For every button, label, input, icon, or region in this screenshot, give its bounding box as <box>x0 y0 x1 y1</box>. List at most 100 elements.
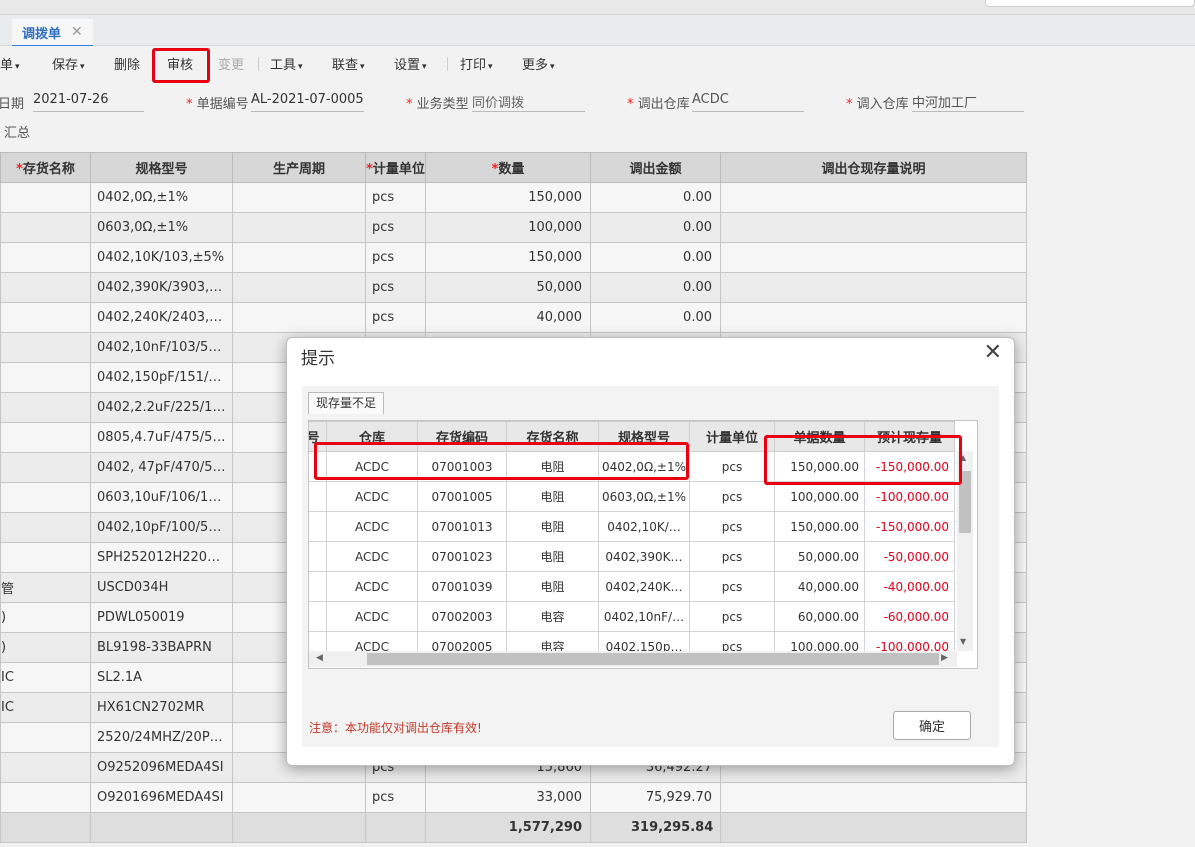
cell-name[interactable] <box>0 182 91 213</box>
table-row[interactable]: 0402,240K/2403,±1% pcs 40,000 0.00 <box>0 302 1027 333</box>
cell-qty[interactable]: 33,000 <box>425 782 591 813</box>
toolbar-tools-button[interactable]: 工具 ▾ <box>270 54 303 73</box>
cell-amount[interactable]: 0.00 <box>590 242 721 273</box>
biz-type-field[interactable]: 同价调拨 <box>472 92 585 112</box>
table-row[interactable]: O9201696MEDA4SI pcs 33,000 75,929.70 <box>0 782 1027 813</box>
cell-name[interactable] <box>0 722 91 753</box>
tab-transfer-order[interactable]: 调拨单 ✕ <box>12 19 93 47</box>
cell-spec[interactable]: 0402, 47pF/470/50… <box>90 452 233 483</box>
cell-spec[interactable]: BL9198-33BAPRN <box>90 632 233 663</box>
cell-name[interactable]: 电容 <box>506 601 599 632</box>
cell-name[interactable] <box>0 302 91 333</box>
shortage-row[interactable]: ACDC 07001023 电阻 0402,390K… pcs 50,000.00 -50,… <box>309 541 955 572</box>
cell-qty[interactable]: 150,000 <box>425 242 591 273</box>
col-header-unit[interactable]: *计量单位 <box>365 152 426 183</box>
cell-qty[interactable]: 50,000 <box>425 272 591 303</box>
scroll-right-icon[interactable]: ▶ <box>941 653 948 663</box>
cell-period[interactable] <box>232 212 366 243</box>
cell-name[interactable] <box>0 542 91 573</box>
cell-unit[interactable]: pcs <box>689 541 775 572</box>
table-row[interactable]: 0402,0Ω,±1% pcs 150,000 0.00 <box>0 182 1027 213</box>
cell-warehouse[interactable]: ACDC <box>326 601 418 632</box>
cell-spec[interactable]: O9252096MEDA4SI <box>90 752 233 783</box>
cell-name[interactable] <box>0 362 91 393</box>
cell-amount[interactable]: 0.00 <box>590 272 721 303</box>
cell-name[interactable] <box>0 482 91 513</box>
table-row[interactable]: 0402,10K/103,±5% pcs 150,000 0.00 <box>0 242 1027 273</box>
table-row[interactable]: 0603,0Ω,±1% pcs 100,000 0.00 <box>0 212 1027 243</box>
cell-seq[interactable] <box>309 571 327 602</box>
cell-doc-qty[interactable]: 100,000.00 <box>774 481 865 512</box>
toolbar-delete-button[interactable]: 删除 <box>114 54 140 73</box>
toolbar-print-button[interactable]: 打印 ▾ <box>460 54 493 73</box>
cell-doc-qty[interactable]: 150,000.00 <box>774 511 865 542</box>
cell-unit[interactable]: pcs <box>689 481 775 512</box>
tab-close-icon[interactable]: ✕ <box>71 24 83 40</box>
cell-est-stock[interactable]: -40,000.00 <box>864 571 955 602</box>
cell-stock-desc[interactable] <box>720 302 1027 333</box>
cell-code[interactable]: 07001005 <box>417 481 507 512</box>
cell-name[interactable]: IC <box>0 662 91 693</box>
cell-seq[interactable] <box>309 601 327 632</box>
cell-period[interactable] <box>232 182 366 213</box>
cell-spec[interactable]: HX61CN2702MR <box>90 692 233 723</box>
cell-unit[interactable]: pcs <box>365 782 426 813</box>
cell-unit[interactable]: pcs <box>365 242 426 273</box>
toolbar-change-button[interactable]: 变更 <box>218 54 244 73</box>
cell-period[interactable] <box>232 242 366 273</box>
cell-spec[interactable]: PDWL050019 <box>90 602 233 633</box>
cell-stock-desc[interactable] <box>720 272 1027 303</box>
cell-spec[interactable]: 0402,0Ω,±1% <box>90 182 233 213</box>
cell-warehouse[interactable]: ACDC <box>326 571 418 602</box>
toolbar-link-query-button[interactable]: 联查 ▾ <box>332 54 365 73</box>
cell-spec[interactable]: 0402,10pF/100/50V… <box>90 512 233 543</box>
cell-spec[interactable]: 0402,150pF/151/50… <box>90 362 233 393</box>
cell-unit[interactable]: pcs <box>365 272 426 303</box>
table-row[interactable]: 0402,390K/3903,±1% pcs 50,000 0.00 <box>0 272 1027 303</box>
cell-spec[interactable]: 0402,10K/103,±5% <box>90 242 233 273</box>
toolbar-new-button[interactable]: 单 ▾ <box>0 54 20 73</box>
cell-seq[interactable] <box>309 541 327 572</box>
cell-amount[interactable]: 0.00 <box>590 302 721 333</box>
shortage-row[interactable]: ACDC 07001013 电阻 0402,10K/… pcs 150,000.00 -15… <box>309 511 955 542</box>
cell-code[interactable]: 07001013 <box>417 511 507 542</box>
out-warehouse-field[interactable]: ACDC <box>692 92 804 112</box>
cell-unit[interactable]: pcs <box>365 182 426 213</box>
cell-name[interactable] <box>0 512 91 543</box>
cell-spec[interactable]: 0603,0Ω,±1% <box>598 481 690 512</box>
cell-code[interactable]: 07002003 <box>417 601 507 632</box>
cell-seq[interactable] <box>309 511 327 542</box>
cell-name[interactable]: ) <box>0 602 91 633</box>
cell-name[interactable] <box>0 392 91 423</box>
cell-spec[interactable]: 2520/24MHZ/20PP… <box>90 722 233 753</box>
shortage-row[interactable]: ACDC 07002003 电容 0402,10nF/… pcs 60,000.00 -60… <box>309 601 955 632</box>
cell-name[interactable] <box>0 242 91 273</box>
cell-qty[interactable]: 150,000 <box>425 182 591 213</box>
cell-seq[interactable] <box>309 481 327 512</box>
top-search-box[interactable] <box>985 0 1195 7</box>
cell-spec[interactable]: 0402,390K… <box>598 541 690 572</box>
cell-name[interactable] <box>0 212 91 243</box>
cell-period[interactable] <box>232 302 366 333</box>
cell-warehouse[interactable]: ACDC <box>326 511 418 542</box>
cell-est-stock[interactable]: -150,000.00 <box>864 511 955 542</box>
cell-unit[interactable]: pcs <box>689 571 775 602</box>
cell-spec[interactable]: SPH252012H220MT <box>90 542 233 573</box>
cell-amount[interactable]: 75,929.70 <box>590 782 721 813</box>
cell-name[interactable]: 电阻 <box>506 481 599 512</box>
toolbar-save-button[interactable]: 保存 ▾ <box>52 54 85 73</box>
scroll-left-icon[interactable]: ◀ <box>316 653 323 663</box>
col-header-period[interactable]: 生产周期 <box>232 152 366 183</box>
shortage-row[interactable]: ACDC 07001039 电阻 0402,240K… pcs 40,000.00 -40,… <box>309 571 955 602</box>
cell-stock-desc[interactable] <box>720 242 1027 273</box>
cell-spec[interactable]: 0402,390K/3903,±1% <box>90 272 233 303</box>
cell-warehouse[interactable]: ACDC <box>326 481 418 512</box>
cell-amount[interactable]: 0.00 <box>590 212 721 243</box>
close-icon[interactable]: ✕ <box>984 340 1002 365</box>
cell-name[interactable]: 电阻 <box>506 541 599 572</box>
cell-code[interactable]: 07001039 <box>417 571 507 602</box>
shortage-col-unit[interactable]: 计量单位 <box>689 421 775 452</box>
cell-unit[interactable]: pcs <box>689 511 775 542</box>
cell-est-stock[interactable]: -60,000.00 <box>864 601 955 632</box>
cell-doc-qty[interactable]: 50,000.00 <box>774 541 865 572</box>
